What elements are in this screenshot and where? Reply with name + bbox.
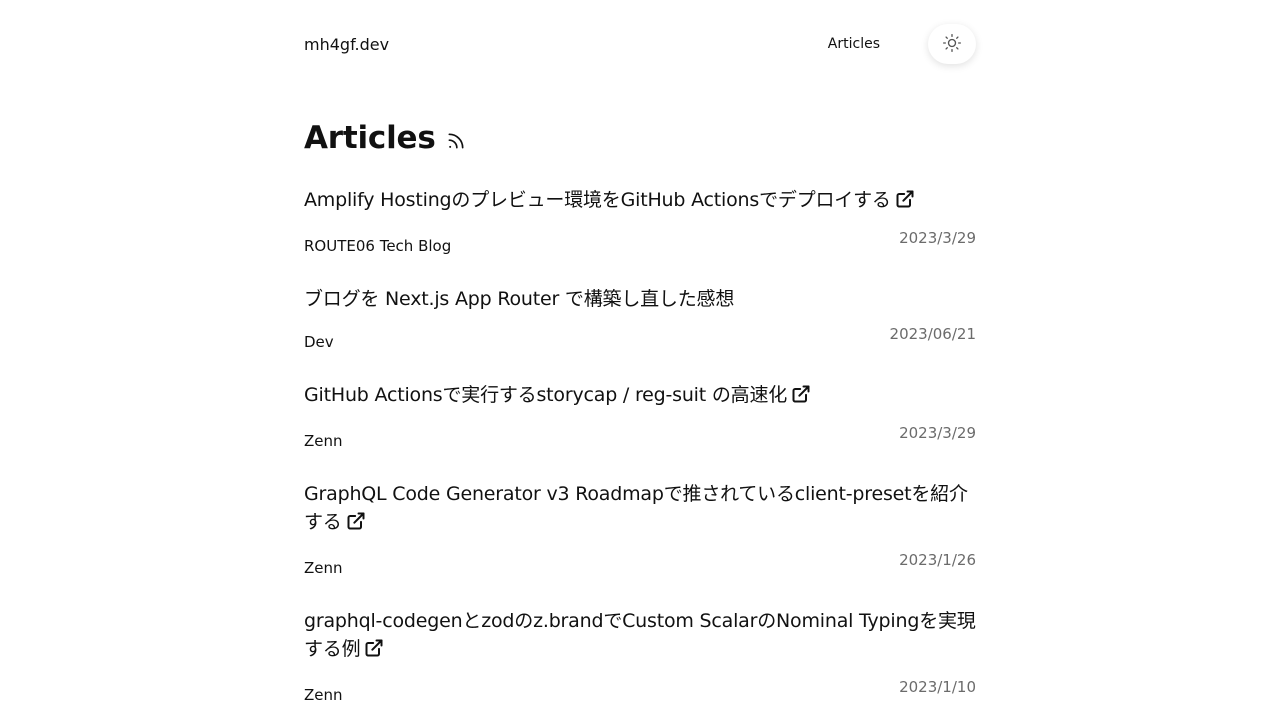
article-list: Amplify Hostingのプレビュー環境をGitHub Actionsでデ…	[304, 186, 976, 704]
theme-toggle-button[interactable]	[928, 24, 976, 64]
article-source: Zenn	[304, 686, 343, 704]
site-name-link[interactable]: mh4gf.dev	[304, 35, 389, 54]
article-date: 2023/1/26	[899, 551, 976, 569]
article-title-text: ブログを Next.js App Router で構築し直した感想	[304, 288, 735, 310]
article-title-link[interactable]: GraphQL Code Generator v3 Roadmapで推されている…	[304, 480, 976, 539]
article-meta: Zenn 2023/1/10	[304, 670, 976, 704]
page-heading: Articles	[304, 120, 976, 156]
external-link-icon	[791, 384, 811, 412]
article-meta: Zenn 2023/3/29	[304, 416, 976, 450]
external-link-icon	[346, 511, 366, 539]
sun-icon	[942, 33, 962, 56]
page-container: mh4gf.dev Articles Articles Amplify Host…	[304, 0, 976, 704]
article-item: GitHub Actionsで実行するstorycap / reg-suit の…	[304, 381, 976, 450]
site-header: mh4gf.dev Articles	[304, 0, 976, 88]
article-date: 2023/06/21	[889, 325, 976, 343]
article-title-text: GitHub Actionsで実行するstorycap / reg-suit の…	[304, 384, 788, 406]
nav-articles-link[interactable]: Articles	[828, 36, 880, 52]
article-item: graphql-codegenとzodのz.brandでCustom Scala…	[304, 607, 976, 704]
article-meta: ROUTE06 Tech Blog 2023/3/29	[304, 221, 976, 255]
article-source: ROUTE06 Tech Blog	[304, 237, 452, 255]
article-meta: Dev 2023/06/21	[304, 317, 976, 351]
article-date: 2023/1/10	[899, 678, 976, 696]
article-source: Dev	[304, 333, 334, 351]
article-item: GraphQL Code Generator v3 Roadmapで推されている…	[304, 480, 976, 577]
main-content: Articles Amplify Hostingのプレビュー環境をGitHub …	[304, 120, 976, 704]
article-title-link[interactable]: GitHub Actionsで実行するstorycap / reg-suit の…	[304, 381, 976, 412]
article-meta: Zenn 2023/1/26	[304, 543, 976, 577]
article-item: ブログを Next.js App Router で構築し直した感想 Dev 20…	[304, 285, 976, 351]
article-source: Zenn	[304, 559, 343, 577]
article-title-link[interactable]: graphql-codegenとzodのz.brandでCustom Scala…	[304, 607, 976, 666]
article-date: 2023/3/29	[899, 424, 976, 442]
article-title-link[interactable]: ブログを Next.js App Router で構築し直した感想	[304, 285, 976, 313]
article-item: Amplify Hostingのプレビュー環境をGitHub Actionsでデ…	[304, 186, 976, 255]
external-link-icon	[895, 189, 915, 217]
rss-icon[interactable]	[446, 131, 466, 151]
article-title-text: graphql-codegenとzodのz.brandでCustom Scala…	[304, 610, 976, 660]
article-title-link[interactable]: Amplify Hostingのプレビュー環境をGitHub Actionsでデ…	[304, 186, 976, 217]
article-date: 2023/3/29	[899, 229, 976, 247]
article-title-text: Amplify Hostingのプレビュー環境をGitHub Actionsでデ…	[304, 189, 891, 211]
article-source: Zenn	[304, 432, 343, 450]
header-nav: Articles	[828, 24, 976, 64]
external-link-icon	[364, 638, 384, 666]
page-title: Articles	[304, 120, 436, 156]
article-title-text: GraphQL Code Generator v3 Roadmapで推されている…	[304, 483, 968, 533]
